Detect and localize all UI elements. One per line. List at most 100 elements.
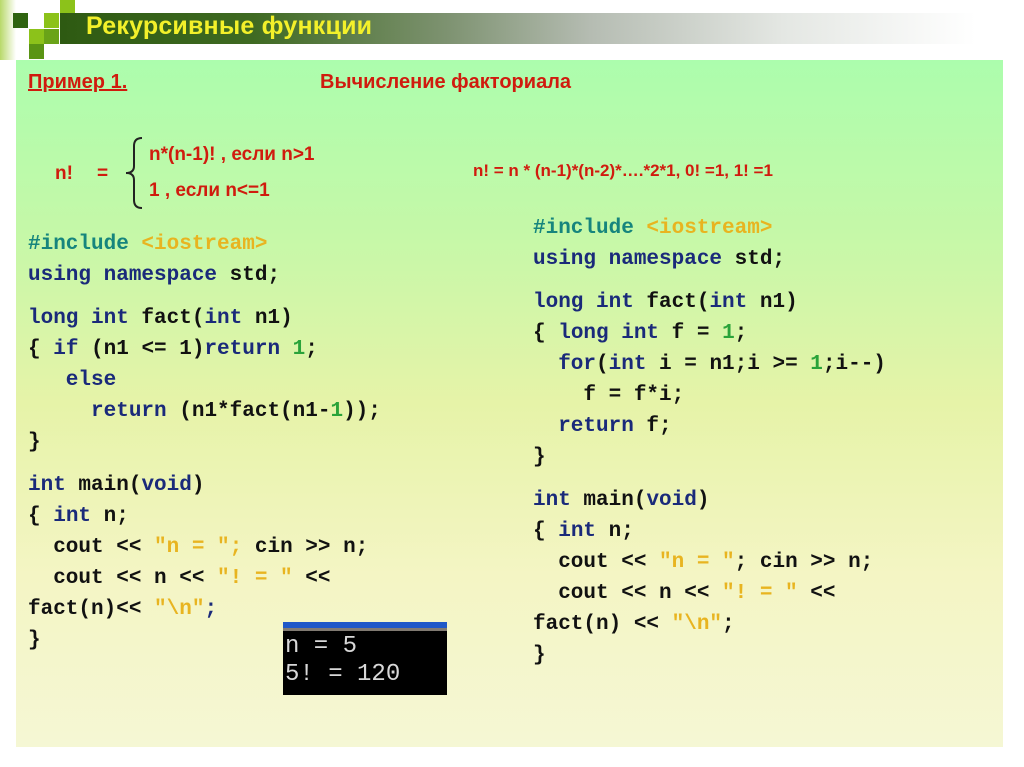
code-token: fact(n) << [533, 613, 672, 636]
code-line: int main(void) [533, 485, 886, 516]
logo-square [13, 13, 28, 28]
code-line: #include <iostream> [533, 213, 886, 244]
code-token: "n = " [659, 551, 735, 574]
code-token: return [28, 400, 180, 423]
definition-lhs: n! [55, 163, 73, 184]
code-line: } [533, 640, 886, 671]
code-token: #include [28, 233, 142, 256]
code-token: 1 [330, 400, 344, 423]
code-token: int [204, 307, 255, 330]
code-line: { int n; [28, 501, 381, 532]
example-label: Пример 1. [28, 71, 128, 93]
code-line: cout << "n = "; cin >> n; [28, 532, 381, 563]
code-token: << [305, 567, 331, 590]
code-line: cout << n << "! = " << [533, 578, 886, 609]
code-token: } [28, 431, 41, 454]
code-token: ( [596, 353, 609, 376]
code-line: else [28, 365, 381, 396]
console-output: n = 5 5! = 120 [285, 633, 400, 689]
code-token: long int [558, 322, 672, 345]
code-token: return [533, 415, 647, 438]
topic-heading: Вычисление факториала [320, 71, 572, 93]
code-token: n1) [254, 307, 293, 330]
code-line: } [533, 442, 886, 473]
code-token: void [141, 474, 192, 497]
code-line: return f; [533, 411, 886, 442]
definition-case-1: n*(n-1)! , если n>1 [149, 144, 315, 165]
logo-square [44, 29, 59, 44]
code-line: int main(void) [28, 470, 381, 501]
code-token: void [646, 489, 697, 512]
code-token: ; [204, 598, 218, 621]
iterative-code-block: #include <iostream> using namespace std; l… [533, 213, 886, 671]
code-line: { int n; [533, 516, 886, 547]
code-token: cout << [28, 536, 155, 559]
logo-square [0, 0, 16, 60]
code-line: { if (n1 <= 1)return 1; [28, 334, 381, 365]
code-line: f = f*i; [533, 380, 886, 411]
code-token: n; [103, 505, 129, 528]
code-token: { [28, 505, 54, 528]
code-token: "\n" [154, 598, 205, 621]
recursive-code-block: #include <iostream> using namespace std; l… [28, 229, 381, 656]
code-token: for [533, 353, 597, 376]
console-border [283, 628, 447, 631]
code-line: cout << "n = "; cin >> n; [533, 547, 886, 578]
code-line: long int fact(int n1) [533, 287, 886, 318]
code-token: ; [722, 613, 735, 636]
code-line: } [28, 427, 381, 458]
console-line-2: 5! = 120 [285, 661, 401, 688]
code-token: <iostream> [141, 233, 268, 256]
code-token: ; [734, 322, 748, 345]
code-token: int [608, 353, 660, 376]
code-token: int [533, 489, 584, 512]
code-token: int [709, 291, 760, 314]
code-token: ;i--) [822, 353, 886, 376]
code-token: return [204, 338, 293, 361]
code-token: { [533, 520, 559, 543]
code-token: long int [28, 307, 142, 330]
code-line: { long int f = 1; [533, 318, 886, 349]
code-token: { [28, 338, 54, 361]
code-line: using namespace std; [533, 244, 886, 275]
code-token: f = f*i; [533, 384, 685, 407]
console-line-1: n = 5 [285, 633, 358, 660]
code-token: 1 [292, 338, 306, 361]
code-token: )); [343, 400, 381, 423]
code-token: f; [646, 415, 672, 438]
code-token: cout << [533, 551, 660, 574]
code-token: <iostream> [646, 217, 773, 240]
code-token: long int [533, 291, 647, 314]
code-token: "\n" [671, 613, 723, 636]
left-brace-icon [125, 137, 143, 209]
code-token: } [28, 629, 41, 652]
code-token: std; [229, 264, 281, 287]
definition-case-2: 1 , если n<=1 [149, 180, 270, 201]
code-token: main( [78, 474, 142, 497]
code-line: fact(n) << "\n"; [533, 609, 886, 640]
code-token: cout << n << [28, 567, 218, 590]
logo-square [29, 44, 44, 59]
logo-square [44, 13, 59, 28]
code-token: "! = " [722, 582, 811, 605]
code-token: main( [583, 489, 647, 512]
code-token: fact( [141, 307, 205, 330]
code-token: int [558, 520, 609, 543]
code-token: 1 [810, 353, 823, 376]
code-token: i = n1;i >= [659, 353, 811, 376]
code-line: #include <iostream> [28, 229, 381, 260]
code-line: using namespace std; [28, 260, 381, 291]
code-token: using namespace [533, 248, 735, 271]
slide-title: Рекурсивные функции [86, 12, 373, 40]
code-token: cin >> n; [254, 536, 369, 559]
code-line: return (n1*fact(n1-1)); [28, 396, 381, 427]
code-token: else [28, 369, 117, 392]
code-token: if [53, 338, 92, 361]
code-token: n1) [759, 291, 798, 314]
code-token: } [533, 644, 546, 667]
product-formula: n! = n * (n-1)*(n-2)*….*2*1, 0! =1, 1! =… [473, 161, 773, 180]
code-token: << [810, 582, 836, 605]
